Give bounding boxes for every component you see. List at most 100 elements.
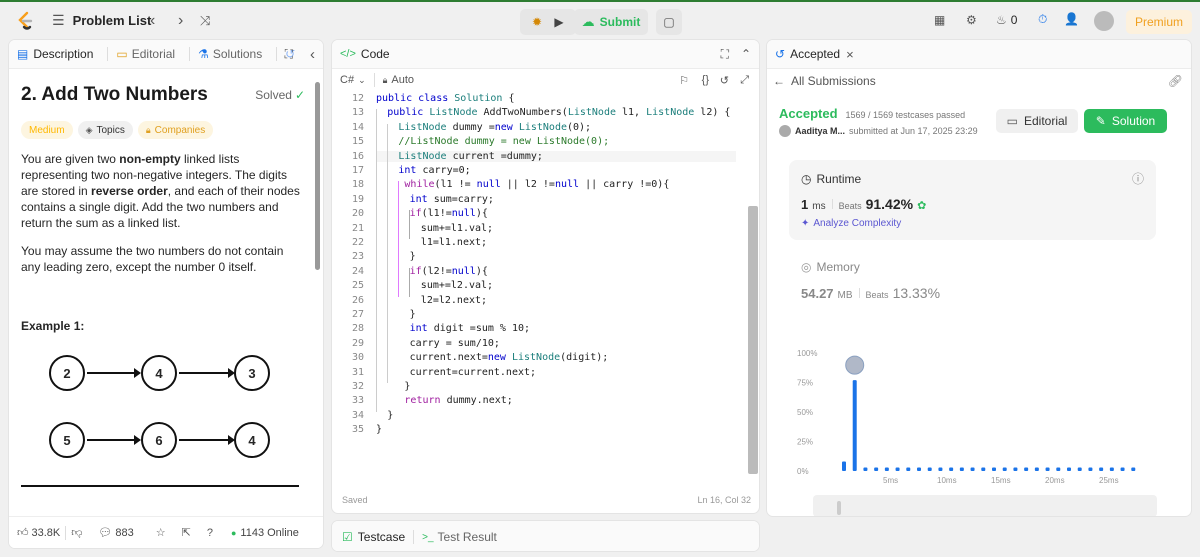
- invite-button[interactable]: 👤: [1064, 12, 1079, 26]
- chart-bar: [1056, 467, 1061, 471]
- memory-header[interactable]: ◎ Memory: [801, 260, 860, 274]
- tab-editorial[interactable]: ▭ Editorial: [116, 47, 175, 61]
- info-icon[interactable]: ⓘ: [1132, 170, 1144, 187]
- chevron-up-icon[interactable]: ⌃: [741, 47, 751, 61]
- run-icon[interactable]: ▶: [548, 15, 570, 29]
- code-token: (0);: [567, 121, 592, 133]
- tab-testcase[interactable]: Testcase: [358, 530, 405, 544]
- code-line: if(l1!=null){: [376, 208, 488, 219]
- book-icon: ▭: [116, 47, 128, 61]
- chart-bar: [1099, 467, 1104, 471]
- scrollbar[interactable]: [315, 82, 320, 270]
- slider-handle[interactable]: [837, 501, 841, 515]
- code-token: public class: [376, 93, 455, 104]
- streak-counter[interactable]: ♨ 0: [996, 13, 1017, 27]
- companies-tag[interactable]: 🔒︎ Companies: [137, 121, 214, 139]
- solution-button[interactable]: ✎ Solution: [1084, 109, 1167, 133]
- streak-count: 0: [1010, 13, 1018, 27]
- y-tick-label: 75%: [797, 379, 813, 388]
- code-token: ListNode: [518, 121, 567, 133]
- user-name[interactable]: Aaditya M...: [795, 126, 845, 136]
- tab-description-label: Description: [33, 47, 94, 61]
- code-token: l1=l1.next;: [420, 237, 488, 248]
- line-number: 24: [351, 265, 364, 277]
- runtime-card[interactable]: ◷ Runtime ⓘ 1 ms Beats 91.42% ✿ ✦ Analyz…: [789, 160, 1156, 240]
- help-icon[interactable]: ?: [207, 527, 213, 539]
- link-icon[interactable]: 🔗︎: [1168, 74, 1183, 88]
- thumbs-up-icon[interactable]: 👍︎: [17, 526, 29, 539]
- runtime-distribution-chart[interactable]: 100% 75% 50% 25% 0% 5ms 10ms 15ms 20ms 25ms: [789, 333, 1149, 493]
- chart-range-slider[interactable]: [813, 495, 1157, 516]
- code-token: || carry !=0){: [585, 179, 670, 191]
- code-token: while: [398, 179, 435, 191]
- code-token: current=current.next;: [409, 366, 537, 378]
- problem-list-button[interactable]: ☰ Problem List: [52, 12, 151, 29]
- runtime-unit: ms: [812, 201, 826, 212]
- editorial-button[interactable]: ▭ Editorial: [996, 109, 1078, 133]
- add-user-icon: 👤: [1064, 12, 1079, 26]
- note-icon: ▢: [663, 15, 675, 29]
- comment-icon[interactable]: 💬︎: [98, 526, 112, 539]
- bookmark-icon[interactable]: ⚐: [679, 74, 689, 87]
- code-line: l2=l2.next;: [376, 295, 487, 306]
- settings-button[interactable]: ⚙: [966, 13, 977, 27]
- submitted-time: submitted at Jun 17, 2025 23:29: [849, 126, 978, 136]
- divider: [276, 47, 278, 61]
- editor-scrollbar[interactable]: [748, 206, 758, 474]
- expand-icon[interactable]: ⛶: [285, 47, 293, 62]
- code-token: ListNode: [646, 107, 701, 119]
- tab-accepted[interactable]: Accepted: [790, 47, 840, 61]
- memory-unit: MB: [837, 290, 853, 301]
- expand-icon[interactable]: ⤢: [740, 74, 749, 87]
- logo[interactable]: [14, 10, 36, 32]
- submit-label: Submit: [599, 15, 641, 29]
- topics-label: Topics: [96, 124, 125, 136]
- star-icon[interactable]: ☆: [156, 526, 166, 539]
- next-problem-button[interactable]: ›: [178, 12, 183, 30]
- code-token: || l2 !=: [506, 179, 555, 191]
- divider: [107, 47, 109, 61]
- braces-icon[interactable]: {}: [702, 74, 709, 86]
- submit-button[interactable]: ☁ Submit: [574, 9, 648, 35]
- divider: [413, 530, 415, 544]
- memory-value: 54.27: [801, 286, 834, 301]
- tab-solutions[interactable]: ⚗ Solutions: [198, 47, 262, 61]
- code-token: //ListNode dummy = new ListNode(0);: [398, 136, 610, 148]
- code-editor[interactable]: 12 public class Solution {13 public ListNo…: [332, 90, 746, 513]
- share-icon[interactable]: ⇱: [182, 526, 191, 539]
- prev-problem-button[interactable]: ‹: [150, 12, 155, 30]
- code-token: int: [409, 323, 434, 335]
- debug-icon[interactable]: ✹: [526, 15, 548, 29]
- topics-tag[interactable]: ◈ Topics: [77, 121, 133, 139]
- code-token: ListNode: [398, 150, 453, 162]
- reset-icon[interactable]: ↺: [720, 74, 729, 87]
- code-token: AddTwoNumbers(: [483, 107, 568, 119]
- all-submissions-link[interactable]: ← All Submissions 🔗︎: [773, 74, 1187, 88]
- collapse-left-icon[interactable]: ‹: [310, 46, 315, 63]
- code-token: null: [554, 179, 586, 191]
- user-avatar[interactable]: [779, 125, 791, 137]
- description-tabs: ▤ Description ▭ Editorial ⚗ Solutions ↺ …: [9, 40, 323, 69]
- notes-button[interactable]: ▢: [656, 9, 682, 35]
- code-token: l2=l2.next;: [420, 294, 488, 306]
- indent-guide: [398, 181, 399, 297]
- shuffle-button[interactable]: ⤨: [200, 13, 210, 29]
- close-icon[interactable]: ×: [846, 47, 854, 62]
- analyze-complexity-link[interactable]: ✦ Analyze Complexity: [801, 218, 901, 229]
- line-number: 35: [351, 424, 364, 436]
- tab-test-result[interactable]: Test Result: [438, 530, 497, 544]
- code-token: null: [451, 265, 476, 277]
- memory-icon: ◎: [801, 260, 812, 274]
- language-select[interactable]: C# ⌄: [340, 74, 366, 86]
- avatar[interactable]: [1094, 11, 1114, 31]
- thumbs-down-icon[interactable]: 👎︎: [71, 526, 82, 539]
- tab-description[interactable]: ▤ Description: [17, 47, 93, 61]
- mode-label[interactable]: Auto: [391, 74, 414, 86]
- clock-icon: ◷: [801, 172, 812, 186]
- difficulty-badge[interactable]: Medium: [21, 121, 73, 139]
- maximize-icon[interactable]: ⛶: [721, 47, 729, 62]
- chart-bar: [1024, 467, 1029, 471]
- premium-button[interactable]: Premium: [1126, 10, 1192, 34]
- layout-button[interactable]: ▦: [934, 13, 945, 27]
- timer-button[interactable]: ⏱: [1038, 12, 1047, 27]
